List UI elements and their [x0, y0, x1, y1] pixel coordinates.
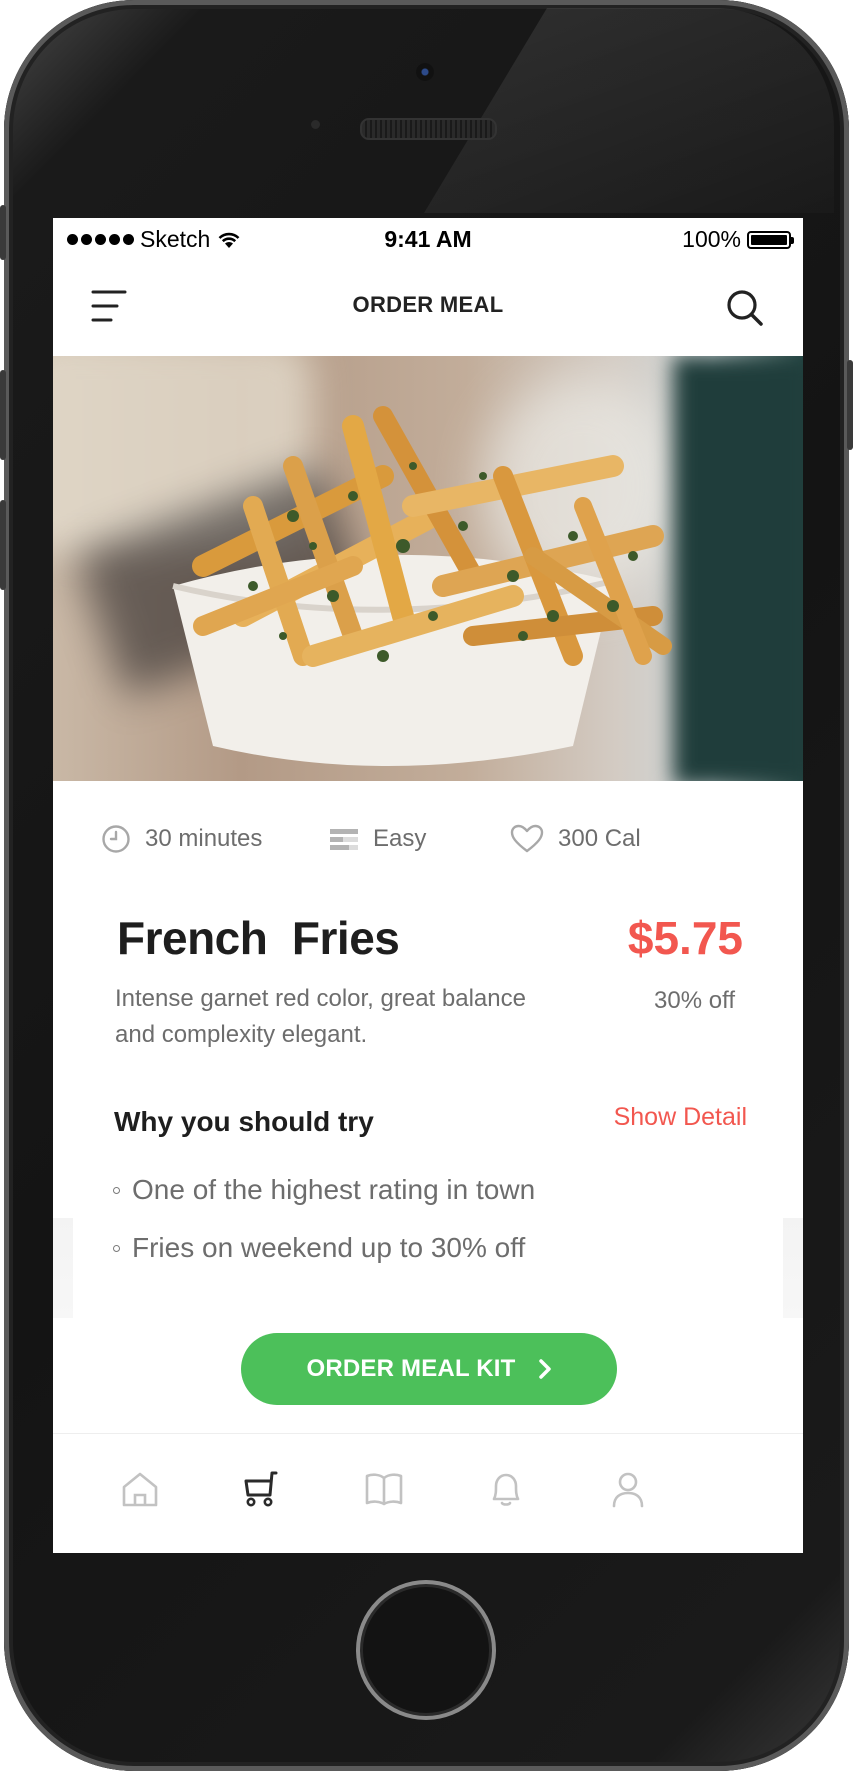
power-button: [847, 360, 853, 450]
cart-icon: [244, 1471, 278, 1507]
nav-bar: ORDER MEAL: [53, 258, 803, 353]
difficulty-icon: [330, 829, 358, 850]
tab-recipes[interactable]: [359, 1464, 409, 1514]
difficulty-label: Easy: [373, 825, 427, 852]
prep-time: 30 minutes: [101, 819, 262, 859]
calories: 300 Cal: [510, 819, 641, 859]
prep-time-label: 30 minutes: [145, 825, 263, 852]
volume-up-button: [0, 370, 6, 460]
tab-home[interactable]: [115, 1464, 165, 1514]
mute-switch: [0, 205, 6, 260]
tab-profile[interactable]: [603, 1464, 653, 1514]
search-icon[interactable]: [725, 288, 765, 328]
front-camera: [416, 63, 434, 81]
meal-meta-row: 30 minutes Easy 300 Cal: [73, 819, 783, 859]
book-icon: [365, 1473, 403, 1506]
home-button[interactable]: [356, 1580, 496, 1720]
dish-title: French Fries: [117, 912, 400, 964]
dish-description: Intense garnet red color, great balance …: [115, 985, 526, 1048]
status-right: 100%: [682, 226, 794, 253]
order-button-label: ORDER MEAL KIT: [306, 1355, 516, 1382]
page-title: ORDER MEAL: [352, 292, 504, 317]
meal-card: 30 minutes Easy 300 Cal French Fries $5.…: [73, 781, 783, 1381]
price: $5.75: [627, 912, 743, 964]
app-screen: Sketch 9:41 AM 100% ORDER MEAL 30 minute…: [53, 218, 803, 1553]
bullet-icon: [113, 1244, 120, 1252]
phone-glare: [424, 8, 834, 213]
discount-label: 30% off: [654, 987, 735, 1014]
tab-notifications[interactable]: [481, 1464, 531, 1514]
reason-text: One of the highest rating in town: [132, 1174, 536, 1205]
bullet-icon: [113, 1186, 120, 1194]
proximity-sensor: [311, 120, 320, 129]
fries-illustration: [172, 406, 672, 766]
battery-percent: 100%: [682, 226, 741, 252]
home-icon: [122, 1472, 158, 1507]
meal-photo: [53, 356, 803, 781]
heart-icon: [510, 824, 544, 853]
profile-icon: [612, 1472, 644, 1508]
earpiece-speaker: [360, 118, 497, 140]
status-bar: Sketch 9:41 AM 100%: [53, 218, 803, 258]
bell-icon: [492, 1473, 520, 1506]
clock-icon: [102, 825, 130, 853]
list-item: Fries on weekend up to 30% off: [113, 1219, 535, 1277]
difficulty: Easy: [329, 819, 426, 859]
tab-cart[interactable]: [237, 1464, 287, 1514]
battery-icon: [747, 230, 794, 249]
tab-bar: [53, 1433, 803, 1553]
why-heading: Why you should try: [114, 1106, 374, 1137]
show-detail-link[interactable]: Show Detail: [614, 1103, 747, 1132]
list-item: One of the highest rating in town: [113, 1161, 535, 1219]
reason-text: Fries on weekend up to 30% off: [132, 1232, 526, 1263]
volume-down-button: [0, 500, 6, 590]
reasons-list: One of the highest rating in town Fries …: [113, 1161, 535, 1277]
calories-label: 300 Cal: [558, 825, 641, 852]
chevron-right-icon: [538, 1359, 551, 1379]
order-meal-kit-button[interactable]: ORDER MEAL KIT: [241, 1333, 617, 1405]
